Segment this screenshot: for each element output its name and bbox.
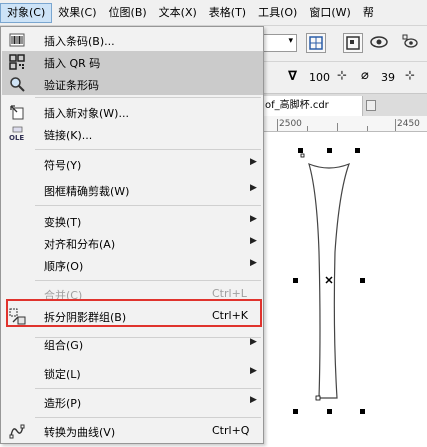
menu-separator — [35, 417, 261, 418]
menu-item-label: 插入条码(B)... — [44, 35, 115, 48]
menu-separator — [35, 205, 261, 206]
submenu-arrow-icon: ▶ — [250, 395, 257, 405]
ruler-tick — [367, 126, 368, 131]
menu-item-label: 图框精确剪裁(W) — [44, 185, 130, 198]
horizontal-ruler: 2500 2450 — [263, 116, 427, 132]
menu-effects[interactable]: 效果(C) — [52, 3, 102, 23]
chevron-down-icon: ▾ — [288, 36, 293, 46]
menu-item-insert-qr-code[interactable]: 插入 QR 码 — [2, 51, 263, 73]
insert-object-icon — [9, 104, 25, 120]
svg-text:OLE: OLE — [9, 134, 24, 142]
glass-shape-icon: 𝝯 — [288, 69, 298, 84]
submenu-arrow-icon: ▶ — [250, 183, 257, 193]
angle-icon: ⌀ — [361, 68, 369, 83]
menu-tools[interactable]: 工具(O) — [252, 3, 303, 23]
menu-item-lock[interactable]: 锁定(L) ▶ — [2, 362, 263, 384]
menu-item-label: 链接(K)... — [44, 129, 93, 142]
menu-separator — [35, 388, 261, 389]
menu-item-insert-barcode[interactable]: 插入条码(B)... — [2, 29, 263, 51]
menu-item-label: 验证条形码 — [44, 79, 99, 92]
menu-separator — [35, 280, 261, 281]
menu-item-order[interactable]: 顺序(O) ▶ — [2, 254, 263, 276]
qr-code-icon — [9, 54, 25, 70]
submenu-arrow-icon: ▶ — [250, 236, 257, 246]
property-bar: 𝝯 100 ⊹ ⌀ 39 ⊹ — [263, 62, 427, 94]
menu-item-transform[interactable]: 变换(T) ▶ — [2, 210, 263, 232]
document-tab[interactable]: of_高脚杯.cdr — [263, 96, 363, 116]
menu-item-label: 变换(T) — [44, 216, 82, 229]
menu-item-powerclip[interactable]: 图框精确剪裁(W) ▶ — [2, 179, 263, 201]
menu-item-label: 锁定(L) — [44, 368, 81, 381]
spinner-icon[interactable]: ⊹ — [337, 68, 347, 82]
submenu-arrow-icon: ▶ — [250, 337, 257, 347]
ruler-tick — [337, 123, 338, 131]
menu-item-symbol[interactable]: 符号(Y) ▶ — [2, 153, 263, 175]
menu-item-shaping[interactable]: 造形(P) ▶ — [2, 391, 263, 413]
convert-curves-icon — [9, 423, 25, 439]
menu-item-group[interactable]: 组合(G) ▶ — [2, 333, 263, 355]
standard-toolbar: ▾ — [263, 26, 427, 62]
drawing-canvas[interactable] — [263, 132, 427, 444]
magnifier-icon — [9, 76, 25, 92]
new-tab-icon[interactable] — [366, 100, 376, 111]
menu-separator — [35, 97, 261, 98]
menu-item-align-distribute[interactable]: 对齐和分布(A) ▶ — [2, 232, 263, 254]
ruler-tick — [277, 119, 278, 131]
menu-item-link[interactable]: OLE 链接(K)... — [2, 123, 263, 145]
object-dropdown-menu: 插入条码(B)... 插入 QR 码 验证条形码 插入新对象(W)... OLE… — [0, 26, 264, 444]
menu-item-label: 组合(G) — [44, 339, 84, 352]
ruler-tick — [307, 126, 308, 131]
menu-text[interactable]: 文本(X) — [153, 3, 203, 23]
menu-item-label: 造形(P) — [44, 397, 82, 410]
frame-button[interactable] — [343, 33, 363, 53]
menu-item-label: 转换为曲线(V) — [44, 426, 116, 439]
snap-view-icon[interactable] — [401, 33, 421, 53]
menu-item-shortcut: Ctrl+Q — [212, 424, 250, 437]
menu-window[interactable]: 窗口(W) — [303, 3, 356, 23]
menu-bitmaps[interactable]: 位图(B) — [103, 3, 153, 23]
snap-grid-button[interactable] — [306, 33, 326, 53]
menu-item-label: 插入 QR 码 — [44, 57, 101, 70]
submenu-arrow-icon: ▶ — [250, 366, 257, 376]
menu-item-validate-barcode[interactable]: 验证条形码 — [2, 73, 263, 95]
highlight-annotation-box — [6, 299, 262, 327]
menu-item-label: 对齐和分布(A) — [44, 238, 116, 251]
spinner-icon[interactable]: ⊹ — [405, 68, 415, 82]
ole-link-icon: OLE — [9, 126, 25, 142]
menu-item-convert-to-curves[interactable]: 转换为曲线(V) Ctrl+Q — [2, 420, 263, 442]
menu-item-label: 插入新对象(W)... — [44, 107, 129, 120]
menu-item-label: 顺序(O) — [44, 260, 84, 273]
outline-width-value[interactable]: 100 — [309, 71, 330, 84]
menu-help[interactable]: 帮 — [357, 3, 380, 23]
angle-value[interactable]: 39 — [381, 71, 395, 84]
menu-object[interactable]: 对象(C) — [0, 2, 53, 23]
submenu-arrow-icon: ▶ — [250, 214, 257, 224]
submenu-arrow-icon: ▶ — [250, 258, 257, 268]
submenu-arrow-icon: ▶ — [250, 157, 257, 167]
menu-bar: 对象(C) 效果(C) 位图(B) 文本(X) 表格(T) 工具(O) 窗口(W… — [0, 0, 427, 26]
ruler-tick — [395, 119, 396, 131]
ruler-label: 2500 — [279, 119, 302, 129]
menu-item-insert-new-object[interactable]: 插入新对象(W)... — [2, 101, 263, 123]
menu-separator — [35, 149, 261, 150]
view-icon[interactable] — [369, 33, 389, 53]
zoom-combo[interactable]: ▾ — [263, 34, 297, 52]
menu-table[interactable]: 表格(T) — [203, 3, 252, 23]
goblet-stem-shape[interactable] — [263, 132, 427, 444]
document-tabbar: of_高脚杯.cdr — [263, 94, 427, 116]
barcode-icon — [9, 32, 25, 48]
menu-item-label: 符号(Y) — [44, 159, 82, 172]
ruler-label: 2450 — [397, 119, 420, 129]
